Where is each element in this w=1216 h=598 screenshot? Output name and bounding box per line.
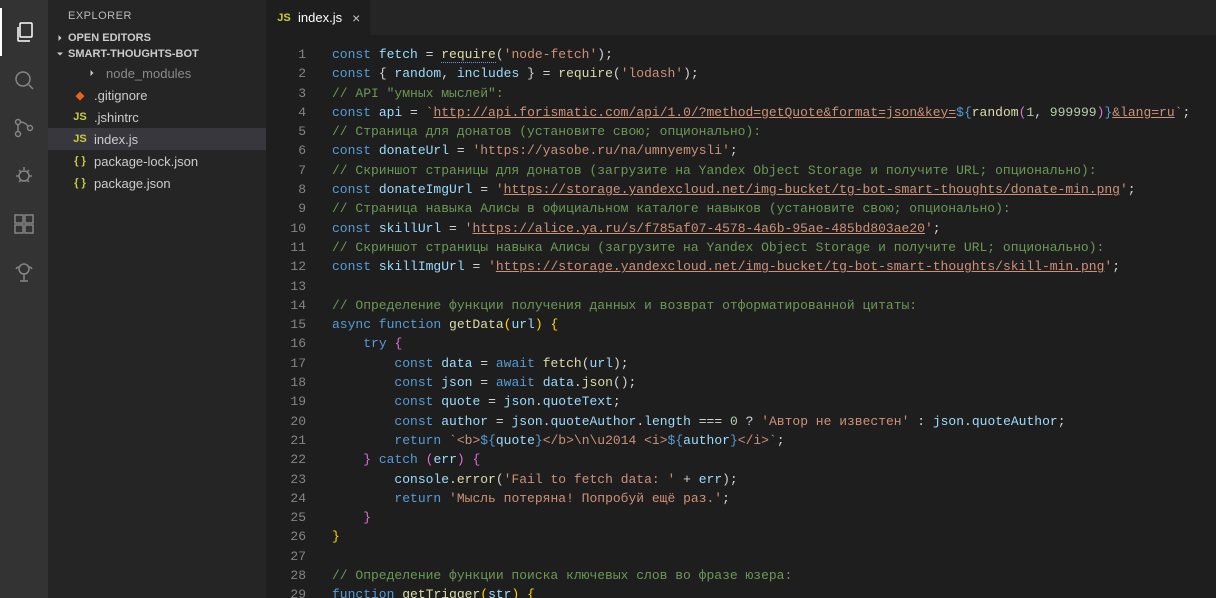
sidebar-title: EXPLORER xyxy=(48,0,266,30)
line-numbers: 1234567891011121314151617181920212223242… xyxy=(266,35,324,598)
workspace-label: SMART-THOUGHTS-BOT xyxy=(68,48,199,60)
editor-area: JS index.js × 12345678910111213141516171… xyxy=(266,0,1216,598)
file-item-package-json[interactable]: { } package.json xyxy=(48,172,266,194)
file-item--gitignore[interactable]: ◆ .gitignore xyxy=(48,84,266,106)
env-icon[interactable] xyxy=(0,248,48,296)
open-editors-label: OPEN EDITORS xyxy=(68,32,151,44)
json-icon: { } xyxy=(72,153,88,169)
explorer-sidebar: EXPLORER OPEN EDITORS SMART-THOUGHTS-BOT… xyxy=(48,0,266,598)
close-icon[interactable]: × xyxy=(348,10,360,26)
file-item-package-lock-json[interactable]: { } package-lock.json xyxy=(48,150,266,172)
file-name: node_modules xyxy=(106,66,191,81)
file-item-index-js[interactable]: JS index.js xyxy=(48,128,266,150)
file-name: index.js xyxy=(94,132,138,147)
file-name: .gitignore xyxy=(94,88,147,103)
code-editor[interactable]: 1234567891011121314151617181920212223242… xyxy=(266,35,1216,598)
js-icon: JS xyxy=(72,131,88,147)
file-tree: node_modules ◆ .gitignore JS .jshintrc JS inde… xyxy=(48,62,266,194)
chevron-down-icon xyxy=(52,48,68,60)
chevron-right-icon xyxy=(52,32,68,44)
debug-icon[interactable] xyxy=(0,152,48,200)
file-name: .jshintrc xyxy=(94,110,139,125)
code-content[interactable]: const fetch = require('node-fetch');cons… xyxy=(324,35,1216,598)
tab-label: index.js xyxy=(298,10,342,25)
chevron-right-icon xyxy=(84,65,100,81)
extensions-icon[interactable] xyxy=(0,200,48,248)
tab-bar: JS index.js × xyxy=(266,0,1216,35)
file-name: package-lock.json xyxy=(94,154,198,169)
workspace-section[interactable]: SMART-THOUGHTS-BOT xyxy=(48,46,266,62)
json-icon: { } xyxy=(72,175,88,191)
git-icon: ◆ xyxy=(72,87,88,103)
js-icon: JS xyxy=(276,10,292,26)
file-item-node-modules[interactable]: node_modules xyxy=(48,62,266,84)
open-editors-section[interactable]: OPEN EDITORS xyxy=(48,30,266,46)
source-control-icon[interactable] xyxy=(0,104,48,152)
file-name: package.json xyxy=(94,176,171,191)
activity-bar xyxy=(0,0,48,598)
explorer-icon[interactable] xyxy=(0,8,48,56)
js-icon: JS xyxy=(72,109,88,125)
file-item--jshintrc[interactable]: JS .jshintrc xyxy=(48,106,266,128)
tab-index-js[interactable]: JS index.js × xyxy=(266,0,370,35)
search-icon[interactable] xyxy=(0,56,48,104)
